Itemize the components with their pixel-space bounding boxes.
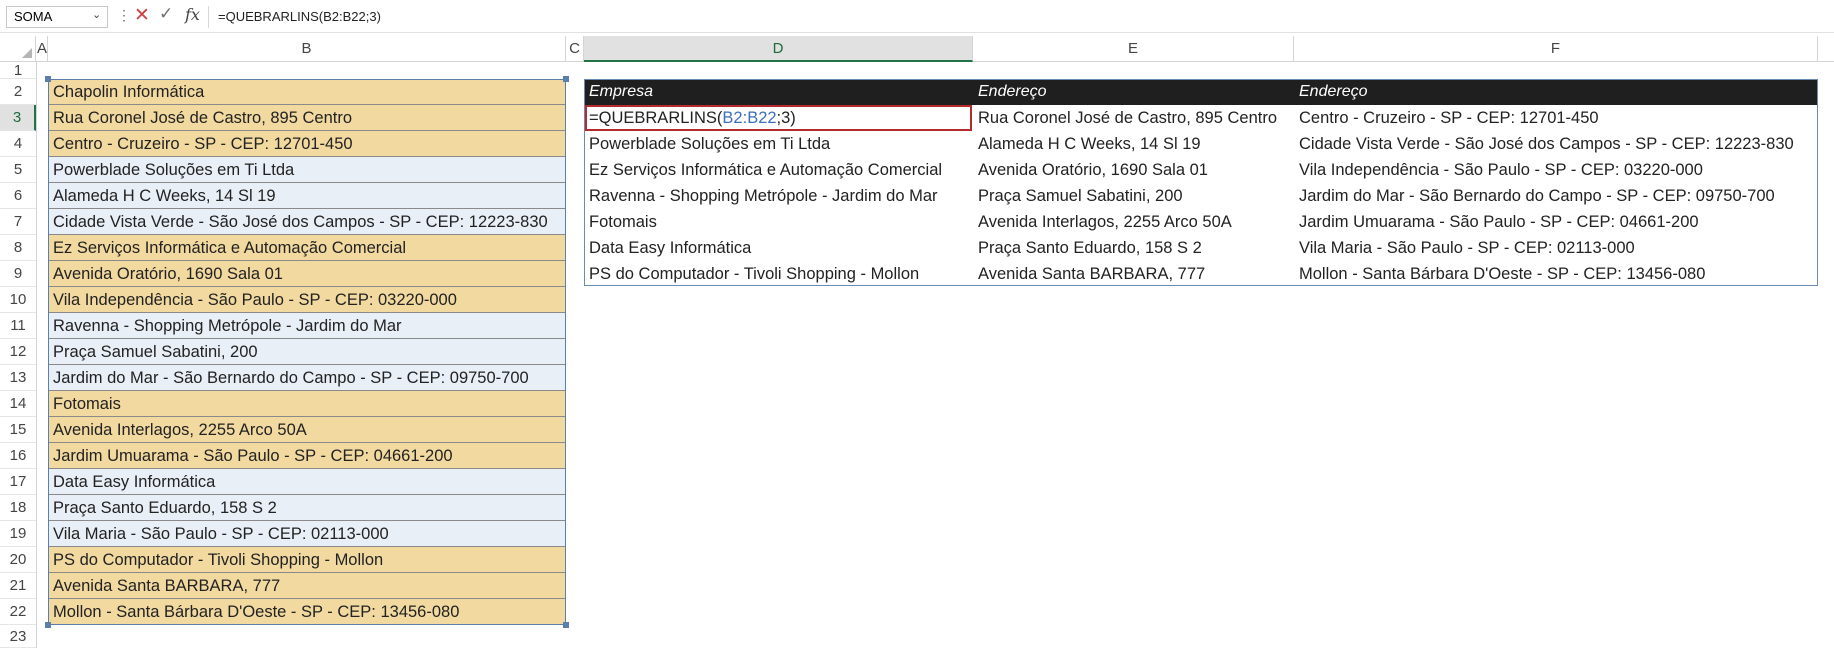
row-header-4[interactable]: 4 — [0, 131, 36, 157]
table-header-e[interactable]: Endereço — [973, 79, 1294, 105]
column-header-f[interactable]: F — [1294, 36, 1818, 62]
cell-b2[interactable]: Chapolin Informática — [48, 79, 566, 105]
column-header-e[interactable]: E — [973, 36, 1294, 62]
row-header-2[interactable]: 2 — [0, 79, 36, 105]
cell-b14[interactable]: Fotomais — [48, 391, 566, 417]
row-header-19[interactable]: 19 — [0, 521, 36, 547]
cell-b20[interactable]: PS do Computador - Tivoli Shopping - Mol… — [48, 547, 566, 573]
table-cell-f3[interactable]: Centro - Cruzeiro - SP - CEP: 12701-450 — [1294, 105, 1818, 131]
column-header-c[interactable]: C — [566, 36, 584, 62]
row-header-8[interactable]: 8 — [0, 235, 36, 261]
enter-check-icon[interactable]: ✓ — [159, 4, 173, 24]
formula-input[interactable]: =QUEBRARLINS(B2:B22;3) — [218, 9, 381, 24]
cell-b21[interactable]: Avenida Santa BARBARA, 777 — [48, 573, 566, 599]
table-cell-f6[interactable]: Jardim do Mar - São Bernardo do Campo - … — [1294, 183, 1818, 209]
cell-b19[interactable]: Vila Maria - São Paulo - SP - CEP: 02113… — [48, 521, 566, 547]
insert-function-icon[interactable]: fx — [185, 5, 200, 24]
chevron-down-icon[interactable]: ⌄ — [92, 6, 106, 26]
column-header-d[interactable]: D — [584, 36, 973, 62]
row-header-17[interactable]: 17 — [0, 469, 36, 495]
cell-b6[interactable]: Alameda H C Weeks, 14 Sl 19 — [48, 183, 566, 209]
row-header-16[interactable]: 16 — [0, 443, 36, 469]
row-header-1[interactable]: 1 — [0, 62, 36, 79]
cell-b7[interactable]: Cidade Vista Verde - São José dos Campos… — [48, 209, 566, 235]
row-header-15[interactable]: 15 — [0, 417, 36, 443]
cell-b3[interactable]: Rua Coronel José de Castro, 895 Centro — [48, 105, 566, 131]
table-cell-e8[interactable]: Praça Santo Eduardo, 158 S 2 — [973, 235, 1294, 261]
cell-b11[interactable]: Ravenna - Shopping Metrópole - Jardim do… — [48, 313, 566, 339]
cell-b15[interactable]: Avenida Interlagos, 2255 Arco 50A — [48, 417, 566, 443]
row-header-3[interactable]: 3 — [0, 105, 36, 131]
table-cell-e4[interactable]: Alameda H C Weeks, 14 Sl 19 — [973, 131, 1294, 157]
cell-b17[interactable]: Data Easy Informática — [48, 469, 566, 495]
table-cell-f8[interactable]: Vila Maria - São Paulo - SP - CEP: 02113… — [1294, 235, 1818, 261]
table-cell-d6[interactable]: Ravenna - Shopping Metrópole - Jardim do… — [584, 183, 973, 209]
row-header-7[interactable]: 7 — [0, 209, 36, 235]
column-header-a[interactable]: A — [37, 36, 48, 62]
row-header-18[interactable]: 18 — [0, 495, 36, 521]
table-cell-e9[interactable]: Avenida Santa BARBARA, 777 — [973, 261, 1294, 287]
table-cell-f7[interactable]: Jardim Umuarama - São Paulo - SP - CEP: … — [1294, 209, 1818, 235]
table-cell-e7[interactable]: Avenida Interlagos, 2255 Arco 50A — [973, 209, 1294, 235]
table-cell-d8[interactable]: Data Easy Informática — [584, 235, 973, 261]
selection-handle-2[interactable] — [45, 622, 51, 628]
row-header-21[interactable]: 21 — [0, 573, 36, 599]
select-all-triangle-icon — [22, 48, 32, 58]
table-cell-d4[interactable]: Powerblade Soluções em Ti Ltda — [584, 131, 973, 157]
cell-b18[interactable]: Praça Santo Eduardo, 158 S 2 — [48, 495, 566, 521]
more-options-icon[interactable]: ⋮ — [117, 7, 131, 24]
cell-b9[interactable]: Avenida Oratório, 1690 Sala 01 — [48, 261, 566, 287]
selection-handle-1[interactable] — [563, 76, 569, 82]
cell-b5[interactable]: Powerblade Soluções em Ti Ltda — [48, 157, 566, 183]
table-cell-e5[interactable]: Avenida Oratório, 1690 Sala 01 — [973, 157, 1294, 183]
table-cell-d5[interactable]: Ez Serviços Informática e Automação Come… — [584, 157, 973, 183]
row-header-13[interactable]: 13 — [0, 365, 36, 391]
row-header-5[interactable]: 5 — [0, 157, 36, 183]
table-header-d[interactable]: Empresa — [584, 79, 973, 105]
table-cell-f9[interactable]: Mollon - Santa Bárbara D'Oeste - SP - CE… — [1294, 261, 1818, 287]
row-header-20[interactable]: 20 — [0, 547, 36, 573]
selection-handle-3[interactable] — [563, 622, 569, 628]
cell-b4[interactable]: Centro - Cruzeiro - SP - CEP: 12701-450 — [48, 131, 566, 157]
table-cell-e3[interactable]: Rua Coronel José de Castro, 895 Centro — [973, 105, 1294, 131]
table-cell-f5[interactable]: Vila Independência - São Paulo - SP - CE… — [1294, 157, 1818, 183]
row-header-14[interactable]: 14 — [0, 391, 36, 417]
cell-b8[interactable]: Ez Serviços Informática e Automação Come… — [48, 235, 566, 261]
table-cell-f4[interactable]: Cidade Vista Verde - São José dos Campos… — [1294, 131, 1818, 157]
cell-b16[interactable]: Jardim Umuarama - São Paulo - SP - CEP: … — [48, 443, 566, 469]
row-header-12[interactable]: 12 — [0, 339, 36, 365]
table-cell-d9[interactable]: PS do Computador - Tivoli Shopping - Mol… — [584, 261, 973, 287]
table-cell-d7[interactable]: Fotomais — [584, 209, 973, 235]
row-header-23[interactable]: 23 — [0, 625, 36, 648]
table-cell-e6[interactable]: Praça Samuel Sabatini, 200 — [973, 183, 1294, 209]
cell-b12[interactable]: Praça Samuel Sabatini, 200 — [48, 339, 566, 365]
row-header-9[interactable]: 9 — [0, 261, 36, 287]
cancel-icon[interactable]: ✕ — [134, 4, 150, 27]
cell-b10[interactable]: Vila Independência - São Paulo - SP - CE… — [48, 287, 566, 313]
row-header-22[interactable]: 22 — [0, 599, 36, 625]
row-header-11[interactable]: 11 — [0, 313, 36, 339]
selection-handle-0[interactable] — [45, 76, 51, 82]
cell-b22[interactable]: Mollon - Santa Bárbara D'Oeste - SP - CE… — [48, 599, 566, 625]
cell-b13[interactable]: Jardim do Mar - São Bernardo do Campo - … — [48, 365, 566, 391]
formula-bar-divider — [208, 6, 209, 28]
row-header-10[interactable]: 10 — [0, 287, 36, 313]
row-header-6[interactable]: 6 — [0, 183, 36, 209]
column-header-b[interactable]: B — [48, 36, 566, 62]
active-cell-d3[interactable] — [585, 105, 972, 131]
table-header-f[interactable]: Endereço — [1294, 79, 1818, 105]
